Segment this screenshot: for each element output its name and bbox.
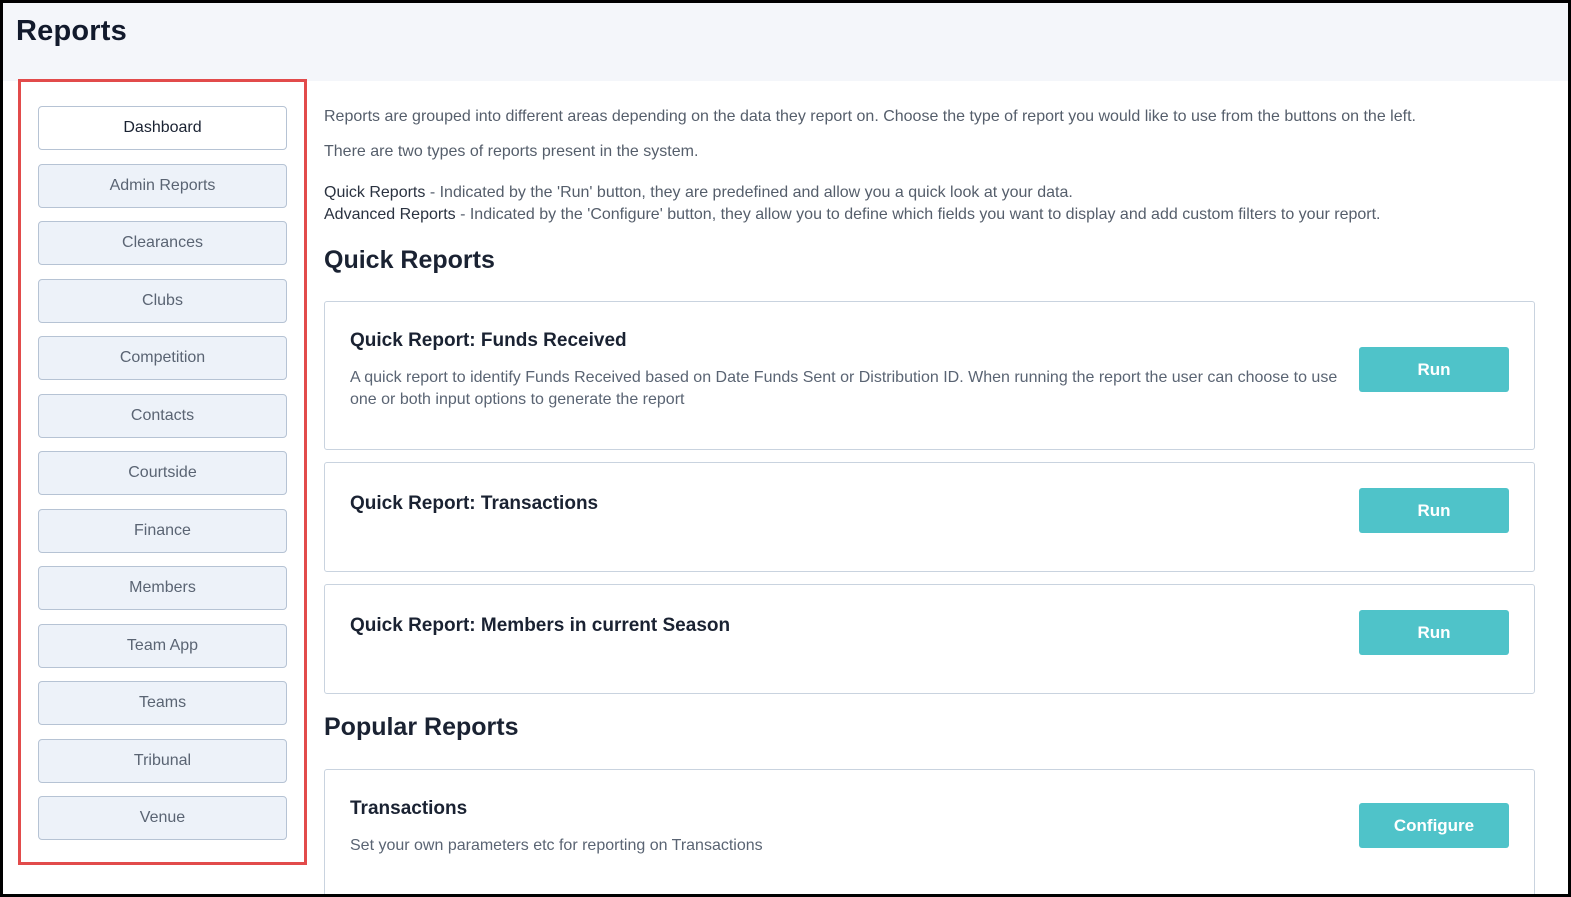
quick-reports-heading: Quick Reports (324, 246, 495, 274)
sidebar-item-venue[interactable]: Venue (38, 796, 287, 840)
sidebar-item-competition[interactable]: Competition (38, 336, 287, 380)
run-button[interactable]: Run (1359, 610, 1509, 655)
sidebar-item-contacts[interactable]: Contacts (38, 394, 287, 438)
report-card-title: Quick Report: Funds Received (350, 330, 627, 351)
intro-types-text: There are two types of reports present i… (324, 143, 699, 160)
intro-text: Reports are grouped into different areas… (324, 108, 1416, 125)
sidebar-item-members[interactable]: Members (38, 566, 287, 610)
sidebar-item-teams[interactable]: Teams (38, 681, 287, 725)
report-card-description: Set your own parameters etc for reportin… (350, 837, 763, 854)
quick-reports-term: Quick Reports (324, 184, 426, 201)
sidebar-item-courtside[interactable]: Courtside (38, 451, 287, 495)
report-card-description: A quick report to identify Funds Receive… (350, 369, 1338, 408)
report-category-sidebar: Dashboard Admin Reports Clearances Clubs… (18, 79, 307, 865)
run-button[interactable]: Run (1359, 347, 1509, 392)
report-card-popular-transactions: Transactions Set your own parameters etc… (324, 769, 1535, 894)
report-card-title: Quick Report: Members in current Season (350, 615, 731, 636)
quick-reports-desc: - Indicated by the 'Run' button, they ar… (425, 184, 1073, 201)
page-title: Reports (16, 15, 127, 47)
advanced-reports-explanation: Advanced Reports - Indicated by the 'Con… (324, 206, 1380, 224)
report-card-members-current-season: Quick Report: Members in current Season … (324, 584, 1535, 694)
report-card-title: Quick Report: Transactions (350, 493, 599, 514)
page-header: Reports (3, 3, 1568, 81)
popular-reports-heading: Popular Reports (324, 713, 519, 741)
sidebar-item-tribunal[interactable]: Tribunal (38, 739, 287, 783)
quick-reports-explanation: Quick Reports - Indicated by the 'Run' b… (324, 184, 1073, 202)
sidebar-item-clearances[interactable]: Clearances (38, 221, 287, 265)
sidebar-item-team-app[interactable]: Team App (38, 624, 287, 668)
sidebar-item-clubs[interactable]: Clubs (38, 279, 287, 323)
report-card-title: Transactions (350, 798, 468, 819)
advanced-reports-term: Advanced Reports (324, 206, 456, 223)
reports-content: Reports are grouped into different areas… (324, 80, 1544, 894)
run-button[interactable]: Run (1359, 488, 1509, 533)
advanced-reports-desc: - Indicated by the 'Configure' button, t… (455, 206, 1381, 223)
sidebar-item-dashboard[interactable]: Dashboard (38, 106, 287, 150)
sidebar-item-admin-reports[interactable]: Admin Reports (38, 164, 287, 208)
report-card-transactions: Quick Report: Transactions Run (324, 462, 1535, 572)
configure-button[interactable]: Configure (1359, 803, 1509, 848)
report-card-funds-received: Quick Report: Funds Received A quick rep… (324, 301, 1535, 450)
sidebar-item-finance[interactable]: Finance (38, 509, 287, 553)
